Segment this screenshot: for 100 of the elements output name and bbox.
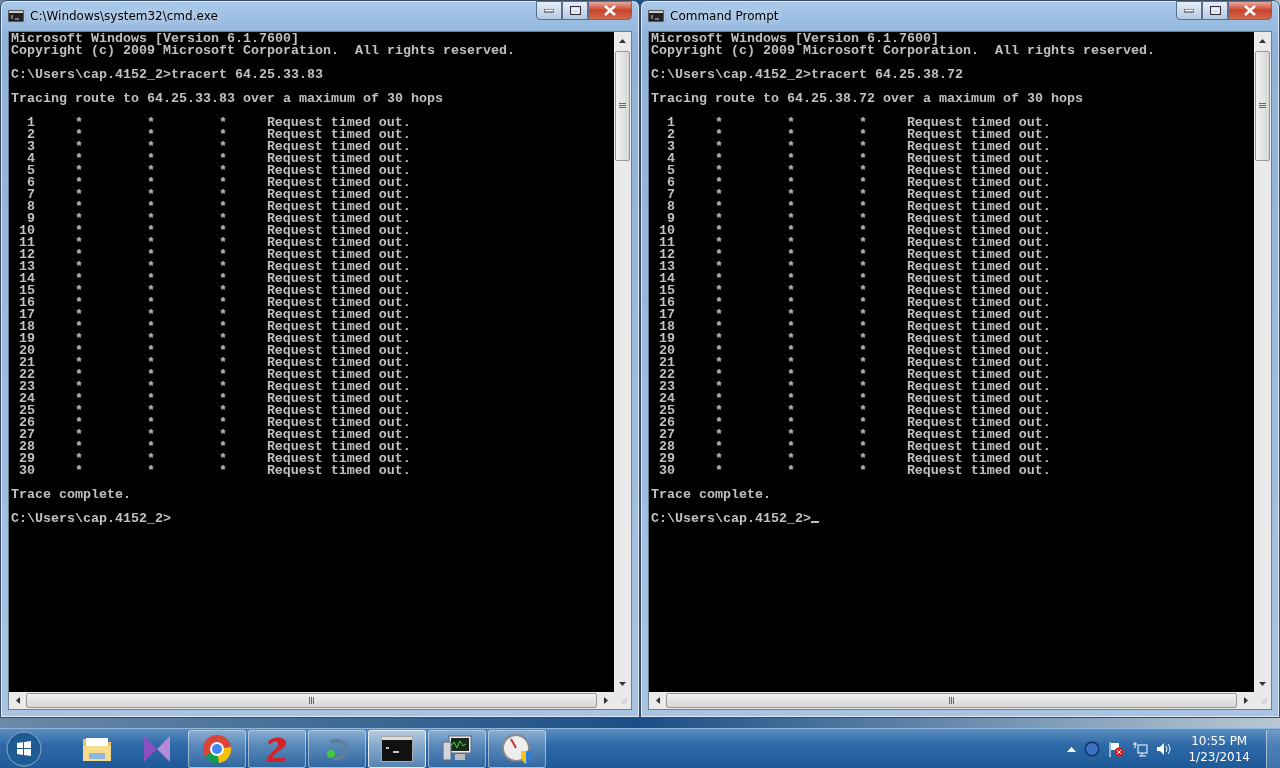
probe-result: *: [786, 405, 795, 417]
probe-result: *: [858, 357, 867, 369]
probe-result: *: [858, 405, 867, 417]
probe-result: *: [714, 237, 723, 249]
show-desktop-button[interactable]: [1266, 729, 1280, 768]
hop-message: Request timed out.: [906, 201, 1051, 213]
hop-message: Request timed out.: [266, 441, 411, 453]
console-line: C:\Users\cap.4152_2>tracert 64.25.33.83: [11, 69, 324, 81]
probe-result: *: [218, 369, 227, 381]
hop-message: Request timed out.: [906, 345, 1051, 357]
probe-result: *: [146, 285, 155, 297]
probe-result: *: [146, 393, 155, 405]
probe-result: *: [786, 225, 795, 237]
probe-result: *: [146, 417, 155, 429]
horizontal-scrollbar[interactable]: [649, 692, 1271, 709]
probe-result: *: [74, 129, 83, 141]
hop-number: 24: [18, 393, 35, 405]
probe-result: *: [146, 381, 155, 393]
hop-number: 1: [26, 117, 35, 129]
maximize-button[interactable]: [562, 1, 588, 20]
scrollbar-thumb[interactable]: [1255, 51, 1270, 161]
hop-number: 14: [658, 273, 675, 285]
clock[interactable]: 10:55 PM 1/23/2014: [1180, 732, 1258, 765]
probe-result: *: [218, 357, 227, 369]
hop-message: Request timed out.: [266, 237, 411, 249]
minimize-icon: [1184, 8, 1194, 13]
start-button[interactable]: [4, 729, 44, 768]
probe-result: *: [714, 117, 723, 129]
hop-message: Request timed out.: [266, 189, 411, 201]
hop-number: 30: [658, 465, 675, 477]
probe-result: *: [218, 417, 227, 429]
console-line: Tracing route to 64.25.38.72 over a maximum of 30 hops: [651, 93, 1084, 105]
probe-result: *: [714, 405, 723, 417]
hop-message: Request timed out.: [906, 393, 1051, 405]
scrollbar-thumb[interactable]: [666, 693, 1237, 708]
probe-result: *: [74, 201, 83, 213]
scrollbar-thumb[interactable]: [615, 51, 630, 161]
probe-result: *: [146, 165, 155, 177]
horizontal-scrollbar[interactable]: [9, 692, 631, 709]
hop-number: 7: [26, 189, 35, 201]
maximize-button[interactable]: [1202, 1, 1228, 20]
probe-result: *: [786, 429, 795, 441]
probe-result: *: [74, 453, 83, 465]
hop-message: Request timed out.: [906, 225, 1051, 237]
close-button[interactable]: [588, 1, 632, 20]
probe-result: *: [218, 393, 227, 405]
hop-number: 20: [18, 345, 35, 357]
hop-message: Request timed out.: [266, 345, 411, 357]
probe-result: *: [218, 345, 227, 357]
console-prompt: C:\Users\cap.4152_2>: [11, 513, 171, 525]
probe-result: *: [146, 309, 155, 321]
scrollbar-thumb[interactable]: [26, 693, 597, 708]
close-icon: [1244, 5, 1256, 16]
probe-result: *: [786, 153, 795, 165]
hop-message: Request timed out.: [906, 129, 1051, 141]
probe-result: *: [714, 321, 723, 333]
hop-number: 27: [658, 429, 675, 441]
close-button[interactable]: [1228, 1, 1272, 20]
hop-message: Request timed out.: [906, 285, 1051, 297]
probe-result: *: [858, 177, 867, 189]
monitor-icon: [441, 733, 473, 764]
minimize-button[interactable]: [1176, 1, 1202, 20]
hop-message: Request timed out.: [266, 201, 411, 213]
hop-message: Request timed out.: [266, 129, 411, 141]
probe-result: *: [858, 165, 867, 177]
probe-result: *: [858, 393, 867, 405]
probe-result: *: [786, 369, 795, 381]
taskbar-app-button[interactable]: [368, 729, 426, 768]
probe-result: *: [74, 285, 83, 297]
probe-result: *: [786, 141, 795, 153]
hop-number: 16: [18, 297, 35, 309]
vertical-scrollbar[interactable]: [1254, 32, 1271, 692]
probe-result: *: [714, 417, 723, 429]
probe-result: *: [714, 213, 723, 225]
probe-result: *: [74, 429, 83, 441]
hop-number: 4: [666, 153, 675, 165]
hop-message: Request timed out.: [906, 153, 1051, 165]
probe-result: *: [218, 225, 227, 237]
hop-message: Request timed out.: [266, 117, 411, 129]
hop-message: Request timed out.: [906, 165, 1051, 177]
console-line: C:\Users\cap.4152_2>tracert 64.25.38.72: [651, 69, 964, 81]
hop-message: Request timed out.: [906, 261, 1051, 273]
hop-number: 13: [658, 261, 675, 273]
hop-message: Request timed out.: [266, 213, 411, 225]
probe-result: *: [218, 321, 227, 333]
probe-result: *: [218, 213, 227, 225]
probe-result: *: [786, 417, 795, 429]
probe-result: *: [218, 153, 227, 165]
gauge-icon: [501, 732, 533, 765]
hop-number: 22: [18, 369, 35, 381]
hop-message: Request timed out.: [266, 177, 411, 189]
probe-result: *: [146, 429, 155, 441]
vertical-scrollbar[interactable]: [614, 32, 631, 692]
hop-message: Request timed out.: [906, 405, 1051, 417]
taskbar-app-button[interactable]: [428, 729, 486, 768]
probe-result: *: [218, 429, 227, 441]
minimize-button[interactable]: [536, 1, 562, 20]
probe-result: *: [714, 297, 723, 309]
hop-message: Request timed out.: [266, 453, 411, 465]
probe-result: *: [786, 165, 795, 177]
